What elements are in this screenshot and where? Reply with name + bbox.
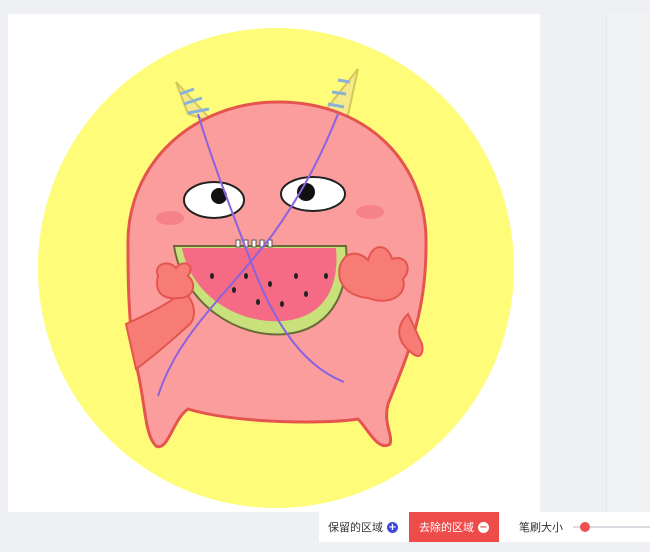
remove-area-button[interactable]: 去除的区域 −: [409, 512, 499, 542]
plus-circle-icon: +: [387, 521, 398, 533]
image-canvas[interactable]: [8, 14, 540, 512]
minus-circle-icon: −: [478, 521, 489, 533]
brush-size-slider[interactable]: [573, 520, 650, 534]
right-scroll-strip: [606, 14, 650, 512]
remove-area-label: 去除的区域: [419, 521, 474, 534]
keep-area-button[interactable]: 保留的区域 +: [319, 512, 407, 542]
mask-toolbar: 保留的区域 + 去除的区域 − 笔刷大小: [319, 512, 650, 542]
monster-illustration: [38, 28, 514, 508]
keep-area-label: 保留的区域: [328, 521, 383, 534]
brush-size-label: 笔刷大小: [519, 521, 563, 534]
left-hand: [156, 262, 195, 300]
slider-thumb[interactable]: [579, 522, 590, 532]
